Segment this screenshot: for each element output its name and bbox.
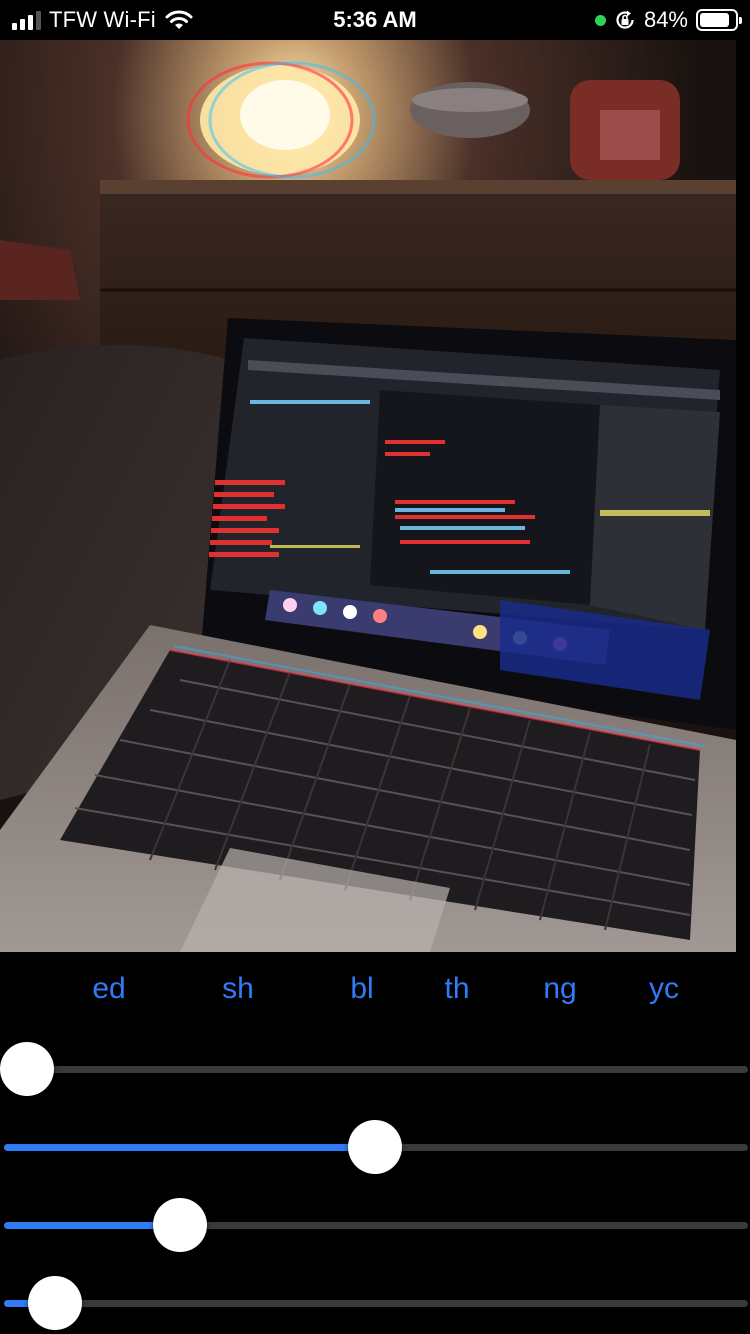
battery-icon [696, 9, 742, 31]
filter-tab-ng[interactable]: ng [543, 972, 576, 1006]
status-bar: TFW Wi-Fi 5:36 AM 84% [0, 0, 750, 40]
slider-fill [4, 1144, 375, 1151]
battery-percent: 84% [643, 7, 688, 32]
slider-3[interactable] [0, 1195, 750, 1255]
slider-4[interactable] [0, 1273, 750, 1333]
filter-tab-ed[interactable]: ed [92, 972, 125, 1006]
slider-track [4, 1066, 748, 1073]
filter-tab-bl[interactable]: bl [350, 972, 373, 1006]
slider-thumb[interactable] [153, 1198, 208, 1252]
filter-tabs: ed sh bl th ng yc [0, 972, 750, 1018]
slider-track [4, 1300, 748, 1307]
status-bar-right: 84% [594, 6, 742, 34]
battery-fill [700, 13, 729, 27]
rotation-lock-icon [616, 10, 634, 29]
photo-preview [0, 40, 736, 952]
slider-1[interactable] [0, 1039, 750, 1099]
privacy-dot-icon [594, 14, 606, 26]
filter-tab-sh[interactable]: sh [222, 972, 254, 1006]
slider-thumb[interactable] [27, 1276, 82, 1330]
slider-thumb[interactable] [348, 1120, 402, 1174]
filter-tab-th[interactable]: th [444, 972, 469, 1006]
filter-tab-yc[interactable]: yc [649, 972, 679, 1006]
photo-illustration [0, 40, 736, 952]
slider-thumb[interactable] [0, 1042, 54, 1096]
slider-2[interactable] [0, 1117, 750, 1177]
